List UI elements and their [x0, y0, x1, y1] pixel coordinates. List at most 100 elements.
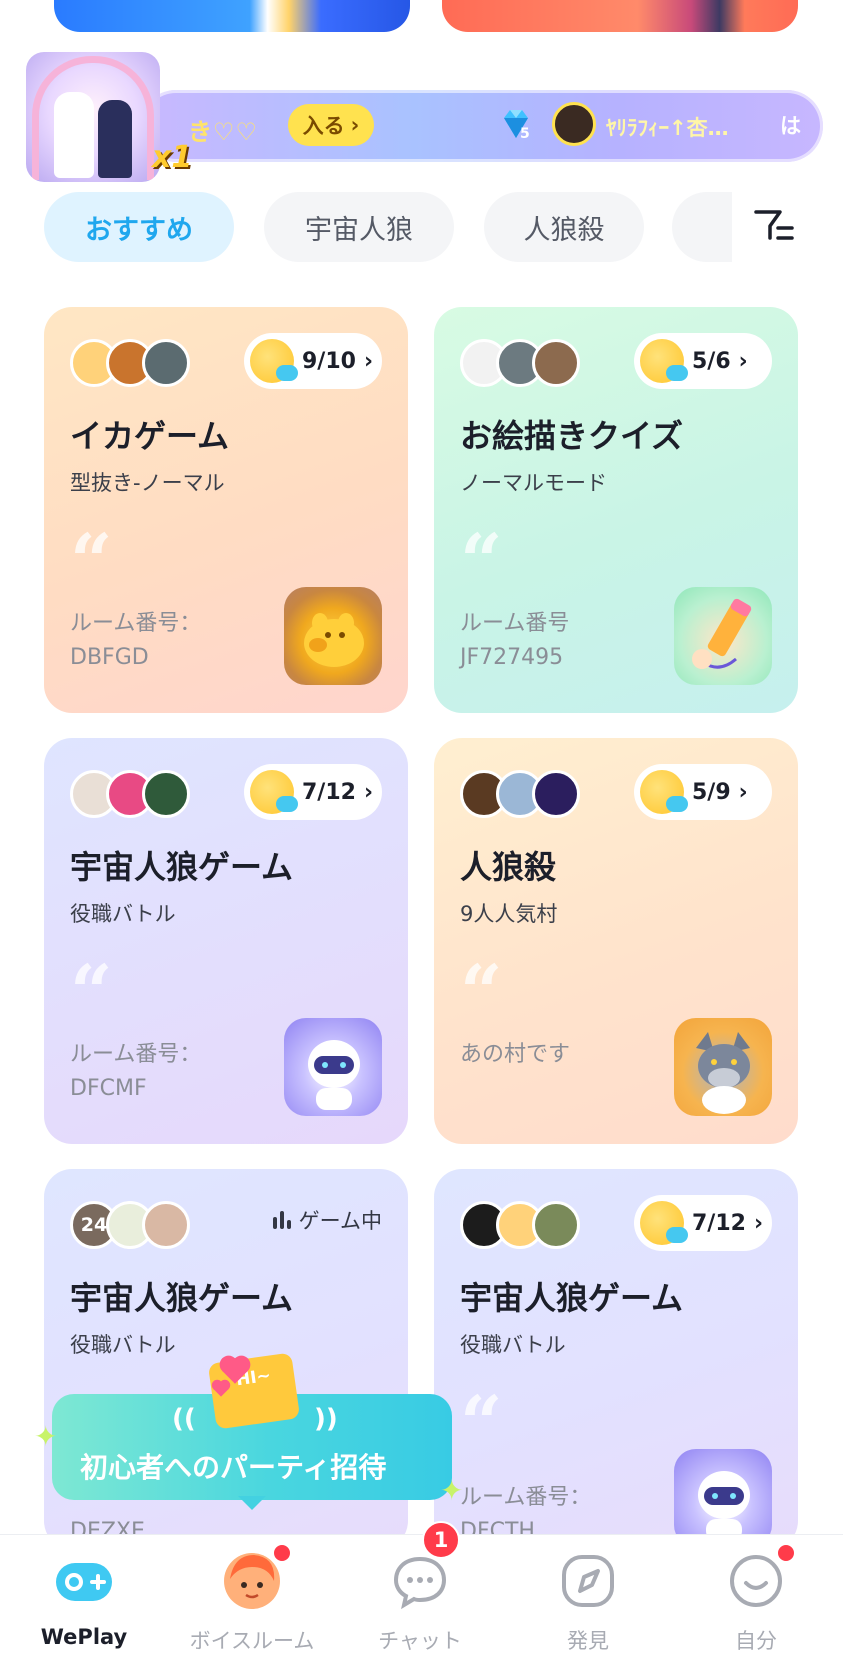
nav-label: 発見	[567, 1629, 609, 1653]
tab-werewolf-kill[interactable]: 人狼殺	[484, 192, 644, 262]
announcement-text: き♡♡	[188, 118, 259, 146]
nav-chat[interactable]: 1 チャット	[336, 1521, 504, 1662]
avatar	[142, 1201, 190, 1249]
top-banner-right[interactable]	[442, 0, 798, 32]
player-count-pill[interactable]: 5/9 ›	[634, 764, 772, 820]
player-count-pill[interactable]: 7/12 ›	[634, 1195, 772, 1251]
room-number-label: ルーム番号：	[70, 611, 202, 636]
gamepad-icon	[56, 1563, 112, 1601]
chevron-right-icon: ›	[363, 779, 374, 805]
nav-profile[interactable]: 自分	[672, 1535, 840, 1662]
gift-multiplier: x1	[152, 140, 193, 175]
player-count: 7/12	[302, 779, 356, 805]
unread-badge: 1	[422, 1521, 460, 1559]
players-icon	[640, 770, 688, 814]
players-icon	[640, 339, 688, 383]
room-title: 人狼殺	[460, 848, 557, 886]
tab-recommended[interactable]: おすすめ	[44, 192, 234, 262]
quote-icon: “	[460, 950, 503, 1036]
player-count: 5/6	[692, 348, 731, 374]
room-mode: 役職バトル	[70, 902, 176, 926]
room-number: DFCMF	[70, 1076, 147, 1101]
players-icon	[250, 770, 298, 814]
player-count-pill[interactable]: 9/10 ›	[244, 333, 382, 389]
room-description: あの村です	[460, 1042, 571, 1067]
room-number: DBFGD	[70, 645, 149, 670]
player-avatars	[460, 339, 580, 387]
room-card[interactable]: 5/6 › お絵描きクイズ ノーマルモード “ ルーム番号 JF727495	[434, 307, 798, 713]
equalizer-icon	[272, 1211, 291, 1229]
chevron-right-icon: ›	[350, 113, 360, 137]
room-card[interactable]: 7/12 › 宇宙人狼ゲーム 役職バトル “ ルーム番号： DFCTH	[434, 1169, 798, 1549]
groom-figure	[98, 100, 132, 178]
player-avatars: 24	[70, 1201, 190, 1249]
star-icon: ✦	[34, 1420, 58, 1453]
compass-icon	[562, 1555, 614, 1607]
nav-discover[interactable]: 発見	[504, 1535, 672, 1662]
player-avatars	[460, 1201, 580, 1249]
top-banner-left[interactable]	[54, 0, 410, 32]
chevron-right-icon: ›	[363, 348, 374, 374]
gift-announcement-bar[interactable]: き♡♡ 入る › 5 ﾔﾘﾗﾌｨｰ↑杏… は	[140, 90, 823, 162]
sender-avatar	[552, 102, 596, 146]
chevron-right-icon: ›	[753, 1210, 764, 1236]
notification-dot	[272, 1543, 292, 1563]
player-count-pill[interactable]: 5/6 ›	[634, 333, 772, 389]
player-avatars	[460, 770, 580, 818]
nav-label: ボイスルーム	[189, 1629, 315, 1653]
filter-icon[interactable]	[752, 206, 796, 246]
enter-label: 入る	[302, 114, 345, 138]
tab-space-werewolf[interactable]: 宇宙人狼	[264, 192, 454, 262]
nav-label: 自分	[735, 1629, 777, 1653]
game-in-progress-status: ゲーム中	[272, 1205, 382, 1235]
tab-more-partial[interactable]	[672, 192, 732, 262]
pencil-game-icon	[674, 587, 772, 685]
star-icon: ✦	[440, 1474, 464, 1507]
avatar	[142, 339, 190, 387]
room-title: 宇宙人狼ゲーム	[460, 1279, 684, 1317]
quote-icon: “	[70, 519, 113, 605]
players-icon	[250, 339, 298, 383]
avatar	[532, 339, 580, 387]
player-count-pill[interactable]: 7/12 ›	[244, 764, 382, 820]
room-number-label: ルーム番号	[460, 611, 570, 636]
pig-game-icon	[284, 587, 382, 685]
avatar	[532, 1201, 580, 1249]
enter-button[interactable]: 入る ›	[288, 104, 374, 146]
wedding-gift-image	[26, 52, 160, 182]
room-number: JF727495	[460, 645, 564, 670]
room-title: イカゲーム	[70, 417, 230, 455]
bottom-navigation: WePlay ボイスルーム 1 チャット 発見 自分	[0, 1521, 843, 1662]
wolf-game-icon	[674, 1018, 772, 1116]
notification-dot	[776, 1543, 796, 1563]
avatar	[142, 770, 190, 818]
room-title: 宇宙人狼ゲーム	[70, 1279, 294, 1317]
avatar	[532, 770, 580, 818]
quote-icon: “	[70, 950, 113, 1036]
nav-weplay[interactable]: WePlay	[0, 1535, 168, 1662]
gem-count: 5	[520, 126, 530, 142]
players-icon	[640, 1201, 688, 1245]
quote-icon: “	[460, 1381, 503, 1467]
nav-voice-room[interactable]: ボイスルーム	[168, 1535, 336, 1662]
room-card[interactable]: 7/12 › 宇宙人狼ゲーム 役職バトル “ ルーム番号： DFCMF	[44, 738, 408, 1144]
popup-pointer	[238, 1496, 266, 1510]
player-count: 7/12	[692, 1210, 746, 1236]
player-avatars	[70, 770, 190, 818]
room-card[interactable]: 5/9 › 人狼殺 9人人気村 “ あの村です	[434, 738, 798, 1144]
room-mode: 役職バトル	[460, 1333, 566, 1357]
player-count: 5/9	[692, 779, 731, 805]
robot-game-icon	[674, 1449, 772, 1547]
room-card[interactable]: 9/10 › イカゲーム 型抜き-ノーマル “ ルーム番号： DBFGD	[44, 307, 408, 713]
status-text: ゲーム中	[298, 1209, 382, 1233]
nav-label: チャット	[378, 1629, 462, 1653]
robot-game-icon	[284, 1018, 382, 1116]
invite-text: 初心者へのパーティ招待	[80, 1451, 387, 1484]
sender-username: ﾔﾘﾗﾌｨｰ↑杏…	[606, 116, 729, 140]
chevron-right-icon: ›	[738, 348, 748, 374]
weplay-home-screen: き♡♡ 入る › 5 ﾔﾘﾗﾌｨｰ↑杏… は x1 おすすめ 宇宙人狼 人狼殺	[0, 0, 843, 1662]
quote-icon: “	[460, 519, 503, 605]
bride-figure	[54, 92, 94, 178]
chevron-right-icon: ›	[738, 779, 748, 805]
room-mode: ノーマルモード	[460, 471, 607, 495]
